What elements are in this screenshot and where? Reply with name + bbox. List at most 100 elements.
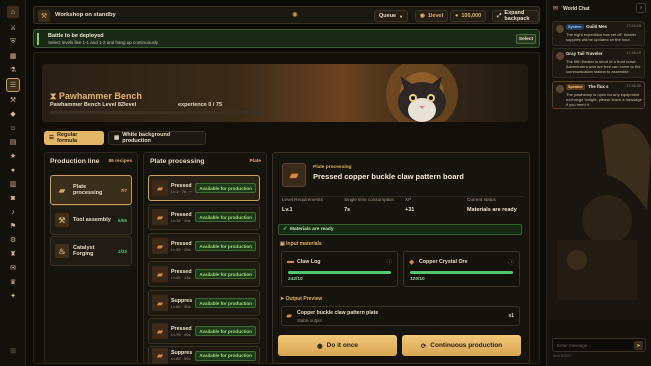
line-item-plate-processing[interactable]: ▰ Plate processing 7/7 <box>50 175 132 205</box>
stat-value: 7s <box>344 207 351 213</box>
map-icon[interactable]: ▦ <box>7 50 19 62</box>
line-item-catalyst-forging[interactable]: ♨ Catalyst Forging 2/23 <box>50 236 132 266</box>
star-icon[interactable]: ★ <box>7 150 19 162</box>
users-icon[interactable]: ☺ <box>7 122 19 134</box>
check-icon: ✔ <box>283 227 288 232</box>
status-badge: Available for production <box>195 269 256 279</box>
cat-emblem-icon: ✺ <box>292 12 298 19</box>
chat-input[interactable]: Enter message... ➤ <box>552 338 646 352</box>
stat-value: Materials are ready <box>467 207 517 213</box>
stat-label: Current status <box>467 197 496 202</box>
book-icon[interactable]: ▤ <box>7 136 19 148</box>
bag-icon[interactable]: ◙ <box>7 192 19 204</box>
material-bar <box>410 271 513 274</box>
quest-desc: Select levels like 1-1 and 1-2 and hang … <box>48 40 159 45</box>
bench-banner: ⧗ Pawhammer Bench Pawhammer Bench Level … <box>42 64 528 122</box>
queue-dropdown[interactable]: Queue ▼ <box>374 10 409 22</box>
left-rail: ⌂ ⚔ ⛨ ▦ ⚗ ☰ ⚒ ◆ ☺ ▤ ★ ● ▥ ◙ ♪ ⚑ ⚙ ♜ ✉ ♛ … <box>0 0 26 366</box>
sword-icon[interactable]: ⚔ <box>7 22 19 34</box>
avatar <box>556 25 564 33</box>
detail-category: Plate processing <box>313 165 352 170</box>
ore-icon: ◆ <box>409 259 415 266</box>
mail-icon[interactable]: ✉ <box>7 262 19 274</box>
quest-accent <box>37 33 39 45</box>
material-bar <box>288 271 391 274</box>
recipe-item[interactable]: ▰Pressed st...Lv.30 · 20s · +62 XPAvaila… <box>148 233 260 259</box>
continuous-production-button[interactable]: ⟳ Continuous production <box>402 335 521 356</box>
play-icon: ◉ <box>316 342 323 350</box>
recipe-item[interactable]: ▰Suppress t...Lv.85 · 50s · +130 XPAvail… <box>148 346 260 364</box>
status-badge: Available for production <box>195 350 256 361</box>
coin-icon[interactable]: ● <box>7 164 19 176</box>
line-item-tool-assembly[interactable]: ⚒ Tool assembly 6/56 <box>50 205 132 235</box>
status-badge: Available for production <box>195 212 256 222</box>
chat-message: Gray Tail Traveler 17:46:29 The fifth th… <box>552 48 645 78</box>
do-once-button[interactable]: ◉ Do it once <box>278 335 397 356</box>
send-icon[interactable]: ➤ <box>634 341 643 350</box>
crown-icon[interactable]: ♛ <box>7 276 19 288</box>
coin-icon: ● <box>455 13 459 19</box>
hourglass-icon: ⧗ <box>50 91 59 101</box>
plate-icon: ▰ <box>282 163 306 187</box>
tab-white-background[interactable]: ▦ White background production <box>108 131 206 145</box>
chat-title: World Chat <box>563 6 590 12</box>
scroll-icon[interactable]: ☰ <box>6 78 20 92</box>
production-line-title: Production line <box>50 158 100 165</box>
status-badge: Available for production <box>195 241 256 251</box>
workshop-status: Workshop on standby <box>55 12 116 18</box>
gear-icon[interactable]: ⚙ <box>7 234 19 246</box>
gold-counter: ● 100,000 <box>450 10 487 22</box>
bell-icon[interactable]: ♪ <box>7 206 19 218</box>
avatar <box>556 52 564 60</box>
grid-icon[interactable]: ⊞ <box>7 345 19 357</box>
recipe-item[interactable]: ▰Pressed A...Lv.75 · 40s · +110 XPAvaila… <box>148 318 260 344</box>
speaker-badge: Speaker <box>566 84 585 90</box>
materials-ready-banner: ✔ Materials are ready <box>278 224 522 235</box>
cat-artwork <box>386 64 458 122</box>
catalyst-icon: ♨ <box>55 244 69 258</box>
list-icon: ☰ <box>49 135 54 141</box>
plate-icon: ▰ <box>152 266 168 282</box>
chat-message: System Guild Mes 17:46:28 The night expe… <box>552 21 645 46</box>
recipe-item[interactable]: ▰Pressed co...Lv.1 · 7s · +31 XPAvailabl… <box>148 175 260 201</box>
repeat-icon: ⟳ <box>420 342 427 350</box>
tab-regular-formula[interactable]: ☰ Regular formula <box>44 131 104 145</box>
info-icon[interactable]: ⓘ <box>386 258 392 266</box>
plate-icon: ▰ <box>152 238 168 254</box>
plate-icon: ▰ <box>55 183 69 197</box>
quest-bar: Battle to be deployed Select levels like… <box>33 29 540 48</box>
workshop-icon: ⚒ <box>38 10 50 22</box>
trophy-icon[interactable]: ♜ <box>7 248 19 260</box>
home-icon[interactable]: ⌂ <box>7 6 19 18</box>
plate-icon: ▰ <box>152 180 168 196</box>
output-preview-title: ➤ Output Preview <box>280 296 323 302</box>
gem-icon[interactable]: ◆ <box>7 108 19 120</box>
chart-icon[interactable]: ▥ <box>7 178 19 190</box>
info-icon[interactable]: ⓘ <box>508 258 514 266</box>
material-card: ▬ Claw Log ⓘ 242/10 <box>281 251 398 287</box>
flag-icon[interactable]: ⚑ <box>7 220 19 232</box>
recipe-item[interactable]: ▰Pressed ir...Lv.15 · 10s · +48 XPAvaila… <box>148 204 260 230</box>
expand-backpack-button[interactable]: ⤢ Expand backpack <box>492 10 539 22</box>
chat-message: Speaker The flux s 17:46:30 The pawhshop… <box>552 81 645 109</box>
plate-icon: ▰ <box>286 311 293 320</box>
input-materials-title: ▣ Input materials <box>280 241 322 247</box>
hammer-icon[interactable]: ⚒ <box>7 94 19 106</box>
collapse-icon[interactable]: › <box>636 3 646 13</box>
tools-icon[interactable]: ✦ <box>7 290 19 302</box>
grid-icon: ▦ <box>114 135 120 141</box>
plate-icon: ▰ <box>152 347 168 364</box>
quest-select-button[interactable]: Select <box>516 34 536 44</box>
output-card: ▰ Copper buckle claw pattern plate Stabl… <box>281 306 520 326</box>
shield-icon[interactable]: ⛨ <box>7 36 19 48</box>
plate-icon: ▰ <box>152 209 168 225</box>
workshop-background-art <box>547 90 651 320</box>
recipe-item[interactable]: ▰Suppress t...Lv.60 · 30s · +96 XPAvaila… <box>148 290 260 316</box>
recipes-count: 86 recipes <box>108 159 132 164</box>
status-badge: Available for production <box>195 298 256 308</box>
top-bar: ⚒ Workshop on standby ✺ Queue ▼ ◉ 1level ●… <box>33 6 540 24</box>
quest-title: Battle to be deployed <box>48 33 104 39</box>
flask-icon[interactable]: ⚗ <box>7 64 19 76</box>
plate-icon: ▰ <box>152 323 168 339</box>
recipe-item[interactable]: ▰Pressed sil...Lv.45 · 13s · +79 XPAvail… <box>148 261 260 287</box>
